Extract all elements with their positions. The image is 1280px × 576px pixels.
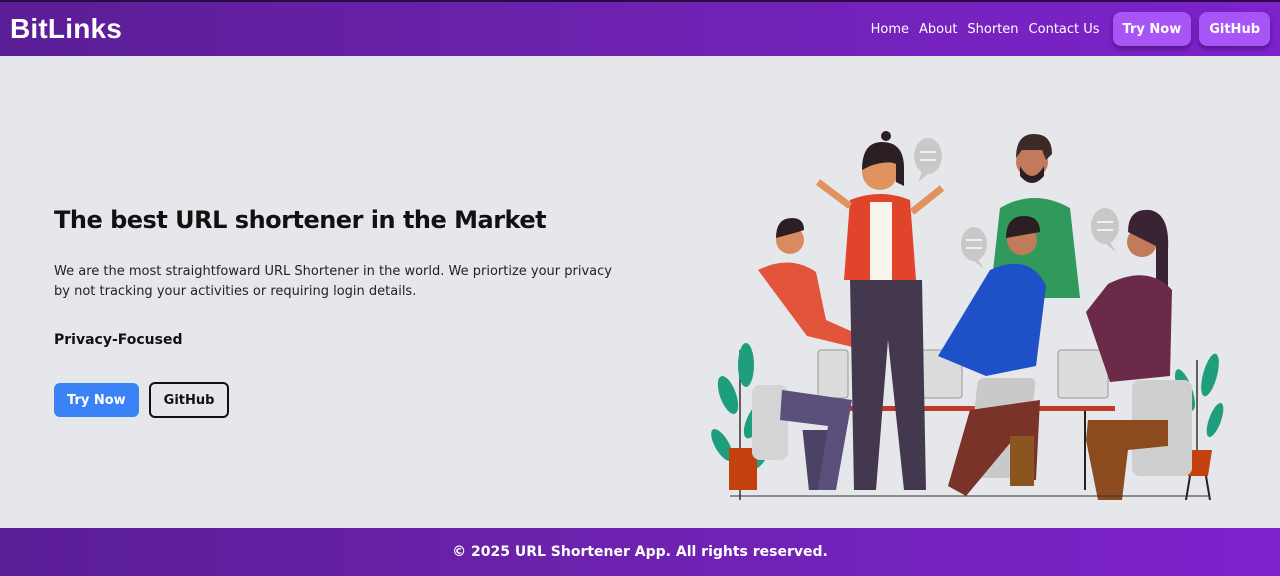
speech-bubble-icon (1091, 208, 1119, 252)
nav-link-home[interactable]: Home (871, 22, 909, 37)
nav-menu: Home About Shorten Contact Us Try Now Gi… (871, 12, 1270, 46)
navbar: BitLinks Home About Shorten Contact Us T… (0, 0, 1280, 56)
nav-link-shorten[interactable]: Shorten (967, 22, 1018, 37)
hero-section: The best URL shortener in the Market We … (0, 56, 1280, 528)
team-meeting-illustration (711, 131, 1224, 500)
speech-bubble-icon (961, 227, 987, 269)
laptop-2 (1057, 349, 1109, 399)
hero-description: We are the most straightfoward URL Short… (54, 264, 612, 299)
logo[interactable]: BitLinks (10, 13, 122, 45)
speech-bubble-icon (914, 138, 942, 182)
nav-link-contact[interactable]: Contact Us (1029, 22, 1100, 37)
hero-buttons: Try Now GitHub (54, 382, 654, 418)
laptop-3 (817, 349, 849, 399)
hero-title: The best URL shortener in the Market (54, 206, 547, 234)
footer: © 2025 URL Shortener App. All rights res… (0, 528, 1280, 576)
nav-github-button[interactable]: GitHub (1199, 12, 1270, 46)
nav-link-about[interactable]: About (919, 22, 957, 37)
hero-try-now-button[interactable]: Try Now (54, 383, 139, 417)
feature-label: Privacy-Focused (54, 332, 183, 348)
footer-copyright: © 2025 URL Shortener App. All rights res… (452, 544, 828, 560)
hero-github-button[interactable]: GitHub (148, 382, 230, 418)
nav-try-now-button[interactable]: Try Now (1112, 12, 1192, 46)
hero-text: The best URL shortener in the Market We … (54, 206, 654, 418)
